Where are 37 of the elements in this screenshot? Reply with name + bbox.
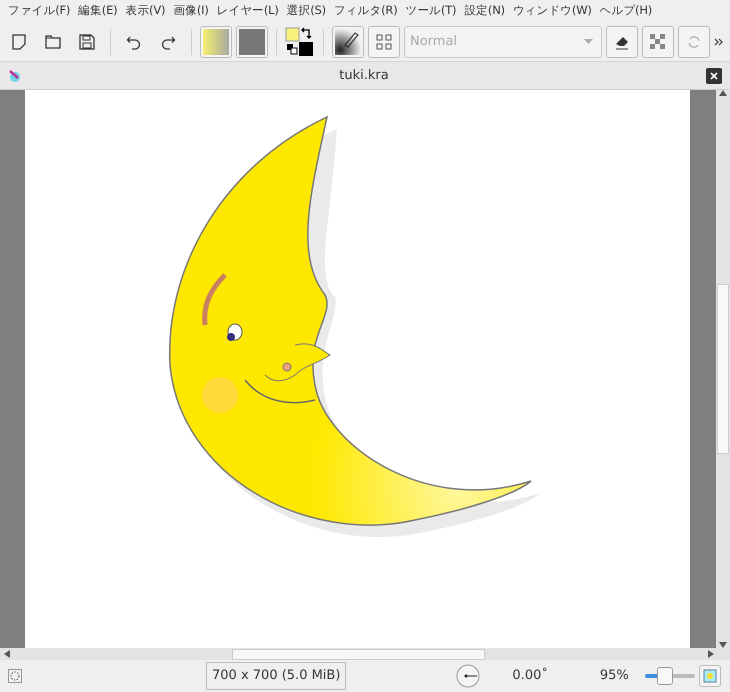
- horizontal-scrollbar-thumb[interactable]: [232, 648, 485, 660]
- menu-item[interactable]: 設定(N): [460, 0, 509, 22]
- menu-item[interactable]: ファイル(F): [4, 0, 74, 22]
- menu-item[interactable]: フィルタ(R): [330, 0, 402, 22]
- brush-preset-icon[interactable]: [332, 26, 364, 58]
- vertical-scrollbar-thumb[interactable]: [717, 284, 729, 454]
- scroll-right-arrow-icon[interactable]: [708, 650, 714, 658]
- overflow-chevron-icon[interactable]: [714, 36, 724, 46]
- gradient-swatch[interactable]: [200, 26, 232, 58]
- menu-item[interactable]: ウィンドウ(W): [508, 0, 596, 22]
- menu-item[interactable]: ツール(T): [402, 0, 460, 22]
- document-title: tuki.kra: [339, 68, 389, 83]
- pattern-swatch[interactable]: [236, 26, 268, 58]
- checkerboard-icon[interactable]: [642, 26, 674, 58]
- menu-item[interactable]: レイヤー(L): [212, 0, 283, 22]
- menu-item[interactable]: 表示(V): [121, 0, 170, 22]
- menu-item[interactable]: ヘルプ(H): [596, 0, 656, 22]
- image-size-label: 700 x 700 (5.0 MiB): [206, 662, 346, 690]
- color-swatches-icon[interactable]: [285, 26, 315, 56]
- menu-item[interactable]: 編集(E): [74, 0, 122, 22]
- grid-icon[interactable]: [368, 26, 400, 58]
- close-icon: [710, 72, 718, 80]
- scroll-left-arrow-icon[interactable]: [4, 650, 10, 658]
- menu-item[interactable]: 画像(I): [169, 0, 213, 22]
- dropdown-arrow-icon: [584, 39, 593, 44]
- scroll-down-arrow-icon[interactable]: [719, 642, 727, 648]
- app-logo-icon: [8, 68, 22, 82]
- rotation-dial-icon[interactable]: [456, 664, 480, 688]
- zoom-slider-handle[interactable]: [656, 667, 673, 685]
- fit-view-icon[interactable]: [698, 665, 721, 687]
- eraser-icon[interactable]: [606, 26, 638, 58]
- selection-icon[interactable]: [8, 669, 22, 683]
- close-button[interactable]: [706, 68, 722, 84]
- menu-item[interactable]: 選択(S): [282, 0, 330, 22]
- rotation-label: 0.00˚: [512, 666, 548, 686]
- scroll-up-arrow-icon[interactable]: [719, 90, 727, 96]
- zoom-label: 95%: [600, 667, 629, 686]
